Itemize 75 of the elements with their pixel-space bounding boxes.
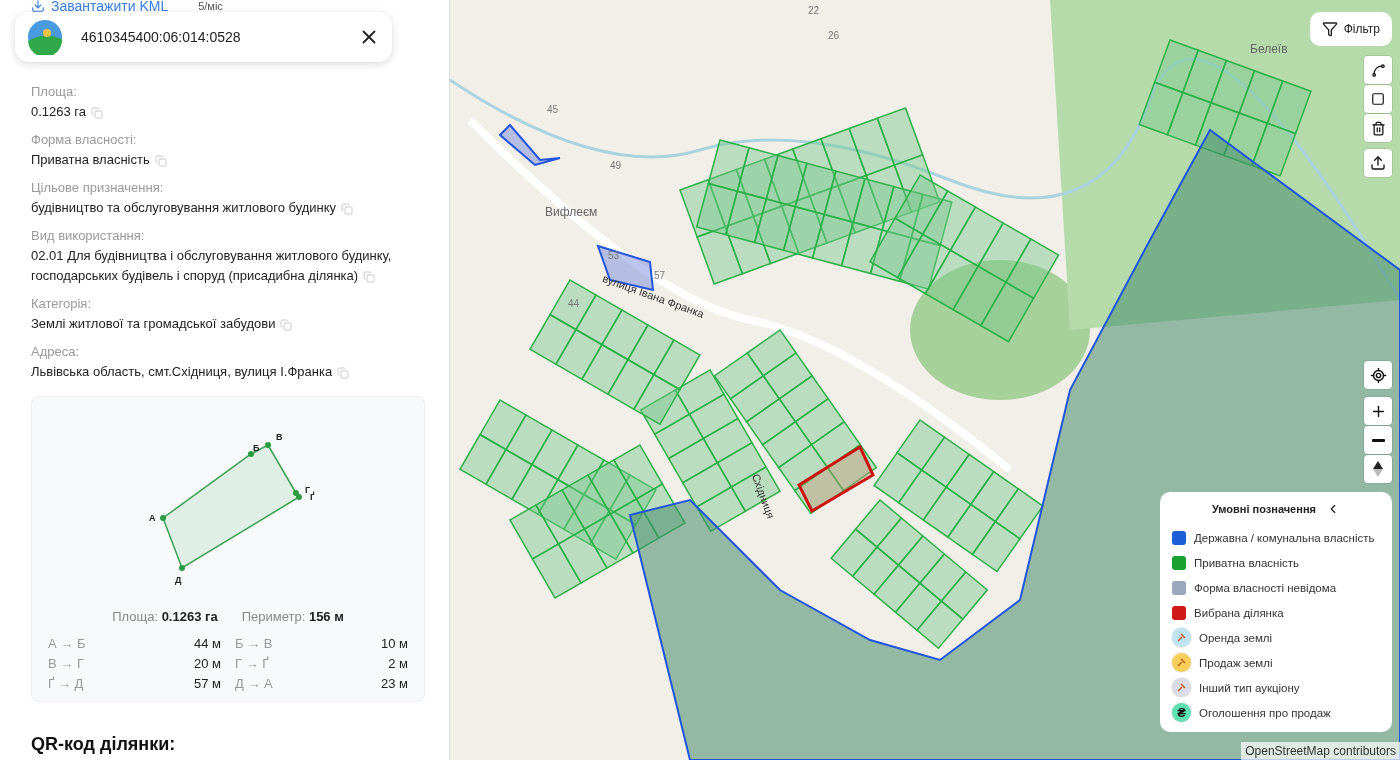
field-value: Землі житлової та громадської забудови [31,314,425,334]
draw-polygon-button[interactable] [1364,85,1392,113]
edge-length: 44 м [194,636,221,651]
field-value: 0.1263 га [31,102,425,122]
edge-length: 2 м [388,656,408,671]
legend-label: Приватна власність [1194,556,1300,569]
funnel-icon [1321,21,1338,37]
perimeter-summary: Периметр: 156 м [241,609,344,624]
legend-label: Продаж землі [1199,656,1273,669]
zoom-out-button[interactable] [1364,426,1392,454]
legend-label: Форма власності невідома [1194,581,1337,594]
edge-length: 23 м [381,676,408,691]
field-label: Адреса: [31,344,81,359]
edge-label: А → Б [48,636,86,651]
vertex-label: А [149,513,156,523]
locate-icon [1369,366,1387,384]
square-icon [1371,92,1385,106]
map-attribution: OpenStreetMap contributors [1241,742,1400,760]
upload-button[interactable] [1364,149,1392,177]
line-icon [1370,62,1386,78]
house-number: 44 [568,298,580,309]
trash-icon [1370,120,1386,136]
house-number: 26 [828,30,840,41]
draw-line-button[interactable] [1364,56,1392,84]
vertex-label: Ґ [310,492,315,502]
edge-length: 20 м [194,656,221,671]
area-summary: Площа: 0.1263 га [112,609,218,624]
field-label: Категорія: [31,296,92,311]
compass-icon [1373,461,1383,477]
field-value: Львівська область, смт.Східниця, вулиця І.Франка [31,362,425,382]
filter-button[interactable]: Фільтр [1309,12,1392,46]
legend-label: Інший тип аукціону [1199,681,1300,694]
edge-label: Ґ → Д [48,676,84,691]
legend-label: Оренда землі [1199,631,1273,644]
map-pin-logo-icon [27,19,63,55]
place-label: Вифлеєм [545,205,598,219]
vertex-label: Г [305,485,311,495]
compass-button[interactable] [1364,455,1392,483]
house-number: 53 [608,250,620,261]
vertex-label: Б [253,443,260,453]
download-kml-link[interactable]: Завантажити KML [31,0,169,14]
field-label: Форма власності: [31,132,138,147]
field-label: Площа: [31,84,78,99]
place-label: Белеїв [1250,42,1288,56]
edge-label: Д → А [235,676,273,691]
house-number: 57 [654,270,666,281]
edge-label: Б → В [235,636,273,651]
download-icon [31,0,45,13]
house-number: 45 [547,104,559,115]
field-value: будівництво та обслуговування житлового будинку [31,198,425,218]
legend-title: Умовні позначення [1212,503,1316,515]
download-limit-note: 5/міс [198,0,223,12]
field-value: Приватна власність [31,150,425,170]
edge-label: В → Г [48,656,84,671]
delete-button[interactable] [1364,114,1392,142]
legend-label: Державна / комунальна власність [1194,531,1375,544]
vertex-label: В [276,432,283,442]
zoom-in-button[interactable] [1364,397,1392,425]
minus-icon [1371,438,1385,442]
upload-icon [1370,155,1386,171]
vertex-label: Д [175,575,182,585]
house-number: 49 [610,160,622,171]
search-field[interactable]: 4610345400:06:014:0528 [79,28,342,46]
legend-label: Вибрана ділянка [1194,606,1284,619]
house-number: 22 [808,5,820,16]
legend-label: Оголошення про продаж [1199,706,1331,719]
field-label: Цільове призначення: [31,180,165,195]
hryvnia-icon: ₴ [1172,703,1191,722]
qr-heading: QR-код ділянки: [31,734,177,755]
locate-button[interactable] [1364,361,1392,389]
field-value: 02.01 Для будівництва і обслуговування житлового будинку, господарських будівель і споруд (присадибна ділянка) [31,247,393,285]
edge-length: 10 м [381,636,408,651]
edge-label: Г → Ґ [235,656,269,671]
edge-length: 57 м [194,676,221,691]
field-label: Вид використання: [31,228,146,243]
